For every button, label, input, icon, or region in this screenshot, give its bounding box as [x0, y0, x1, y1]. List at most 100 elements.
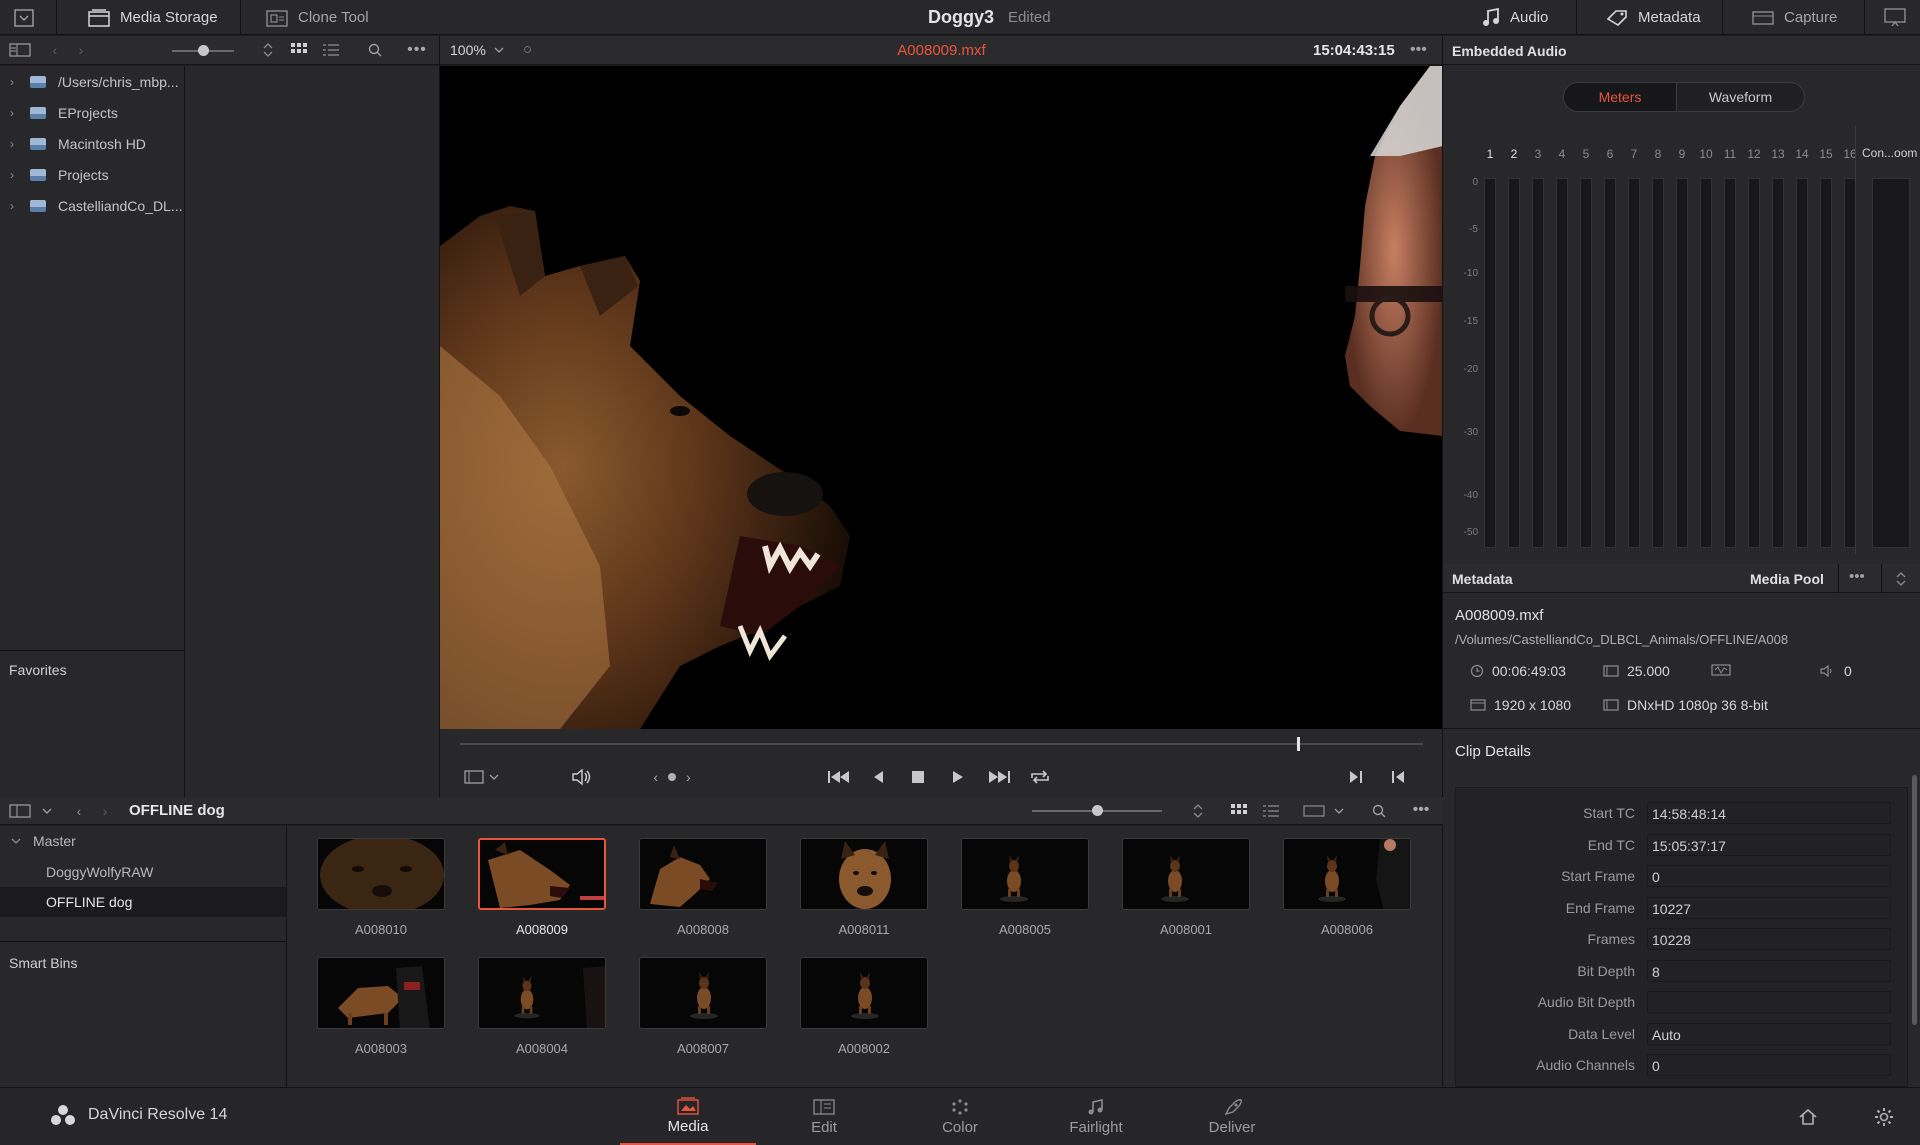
- capture-button[interactable]: Capture: [1752, 0, 1837, 35]
- thumbnail-zoom-handle[interactable]: [1092, 805, 1103, 816]
- back-arrow-icon[interactable]: ‹: [72, 803, 86, 819]
- panel-toggle-button[interactable]: [14, 0, 34, 35]
- grid-view-icon[interactable]: [290, 42, 308, 58]
- clip-thumbnail[interactable]: [639, 957, 767, 1029]
- clone-tool-button[interactable]: Clone Tool: [266, 0, 369, 35]
- field-value-input[interactable]: 10227: [1647, 896, 1891, 919]
- waveform-tab[interactable]: Waveform: [1676, 83, 1804, 111]
- metadata-options-icon[interactable]: •••: [1849, 568, 1865, 585]
- clip-name: A008004: [515, 1041, 569, 1056]
- field-value-input[interactable]: 15:05:37:17: [1647, 833, 1891, 856]
- storage-item[interactable]: › CastelliandCo_DL...: [0, 191, 183, 221]
- chevron-right-icon[interactable]: ›: [686, 769, 691, 785]
- scrubber-playhead[interactable]: [1296, 737, 1300, 751]
- media-pool-options-icon[interactable]: •••: [1408, 801, 1434, 818]
- mark-in-icon[interactable]: [1346, 767, 1366, 787]
- clip-nav[interactable]: ‹ ›: [650, 769, 694, 785]
- field-value-input[interactable]: 14:58:48:14: [1647, 802, 1891, 824]
- sort-icon[interactable]: [1190, 803, 1206, 819]
- chevron-left-icon[interactable]: ‹: [653, 769, 658, 785]
- sidebar-toggle-icon[interactable]: [8, 42, 32, 58]
- field-label: End TC: [1587, 836, 1635, 853]
- storage-item[interactable]: › Projects: [0, 160, 109, 190]
- clip-thumbnail[interactable]: [961, 838, 1089, 910]
- clip-thumbnail[interactable]: [1283, 838, 1411, 910]
- go-to-end-icon[interactable]: [986, 767, 1012, 787]
- page-tab-fairlight[interactable]: Fairlight: [1028, 1088, 1164, 1145]
- scrubber-track[interactable]: [460, 743, 1423, 745]
- list-view-icon[interactable]: [322, 42, 340, 58]
- storage-zoom-handle[interactable]: [198, 45, 209, 56]
- field-value-input[interactable]: 8: [1647, 959, 1891, 982]
- page-tab-media[interactable]: Media: [620, 1088, 756, 1145]
- forward-arrow-icon[interactable]: ›: [98, 803, 112, 819]
- storage-options-icon[interactable]: •••: [404, 41, 430, 58]
- bin-item[interactable]: DoggyWolfyRAW: [0, 857, 286, 887]
- media-pool-tab[interactable]: Media Pool: [1750, 571, 1824, 587]
- storage-item[interactable]: › Macintosh HD: [0, 129, 146, 159]
- fullscreen-button[interactable]: [1884, 0, 1906, 35]
- clip-preview-image: [801, 958, 927, 1028]
- clip-thumbnail[interactable]: [317, 957, 445, 1029]
- metadata-file-path: /Volumes/CastelliandCo_DLBCL_Animals/OFF…: [1455, 632, 1789, 647]
- clip-thumbnail[interactable]: [639, 838, 767, 910]
- page-tab-edit[interactable]: Edit: [756, 1088, 892, 1145]
- search-icon[interactable]: [366, 42, 384, 58]
- page-tab-deliver[interactable]: Deliver: [1164, 1088, 1300, 1145]
- back-arrow-icon[interactable]: ‹: [48, 42, 62, 58]
- clip-thumbnail[interactable]: [478, 957, 606, 1029]
- gear-icon[interactable]: [1872, 1106, 1896, 1128]
- chevron-down-icon[interactable]: [40, 803, 54, 819]
- sidebar-toggle-icon[interactable]: [8, 803, 32, 819]
- project-state: Edited: [1008, 9, 1051, 26]
- viewer-options-icon[interactable]: •••: [1410, 41, 1427, 59]
- volume-icon[interactable]: [570, 767, 594, 787]
- sort-icon[interactable]: [1895, 571, 1907, 587]
- clip-thumbnail[interactable]: [478, 838, 606, 910]
- stop-icon[interactable]: [908, 767, 928, 787]
- list-view-icon[interactable]: [1262, 803, 1280, 819]
- duration-info: 00:06:49:03: [1470, 663, 1566, 679]
- storage-item[interactable]: › /Users/chris_mbp...: [0, 67, 179, 97]
- loop-icon[interactable]: [1028, 767, 1052, 787]
- viewer-toolbar: 100% A008009.mxf 15:04:43:15 •••: [440, 36, 1443, 65]
- video-viewer[interactable]: [440, 66, 1443, 729]
- page-tab-color[interactable]: Color: [892, 1088, 1028, 1145]
- chevron-right-icon[interactable]: ›: [10, 75, 26, 89]
- step-back-icon[interactable]: [868, 767, 888, 787]
- chevron-right-icon[interactable]: ›: [10, 199, 26, 213]
- go-to-start-icon[interactable]: [826, 767, 852, 787]
- storage-item[interactable]: › EProjects: [0, 98, 118, 128]
- metadata-scrollbar[interactable]: [1912, 775, 1917, 1025]
- play-icon[interactable]: [948, 767, 968, 787]
- chevron-down-icon[interactable]: [11, 837, 21, 845]
- mark-out-icon[interactable]: [1388, 767, 1408, 787]
- metadata-button[interactable]: Metadata: [1606, 0, 1701, 35]
- chevron-right-icon[interactable]: ›: [10, 137, 26, 151]
- clip-thumbnail[interactable]: [800, 838, 928, 910]
- viewer-mode-dropdown[interactable]: [462, 769, 502, 785]
- forward-arrow-icon[interactable]: ›: [74, 42, 88, 58]
- clip-thumbnail[interactable]: [800, 957, 928, 1029]
- clip-thumbnail[interactable]: [1122, 838, 1250, 910]
- field-value-input[interactable]: Auto: [1647, 1022, 1891, 1045]
- storage-item-label: Projects: [58, 167, 109, 183]
- meters-tab[interactable]: Meters: [1564, 83, 1676, 111]
- grid-view-icon[interactable]: [1230, 803, 1248, 819]
- bin-item[interactable]: OFFLINE dog: [0, 887, 286, 917]
- sort-icon[interactable]: [260, 42, 276, 58]
- field-value-input[interactable]: [1647, 991, 1891, 1013]
- master-bin[interactable]: Master: [0, 826, 286, 856]
- dropdown-box-icon: [14, 8, 34, 27]
- clip-thumbnail[interactable]: [317, 838, 445, 910]
- search-icon[interactable]: [1370, 803, 1388, 819]
- audio-button[interactable]: Audio: [1482, 0, 1548, 35]
- media-storage-button[interactable]: Media Storage: [88, 0, 218, 35]
- home-icon[interactable]: [1796, 1106, 1820, 1128]
- chevron-right-icon[interactable]: ›: [10, 168, 26, 182]
- chevron-right-icon[interactable]: ›: [10, 106, 26, 120]
- field-value-input[interactable]: 10228: [1647, 928, 1891, 950]
- field-value-input[interactable]: 0: [1647, 1054, 1891, 1076]
- layout-dropdown[interactable]: [1302, 803, 1348, 819]
- field-value-input[interactable]: 0: [1647, 865, 1891, 887]
